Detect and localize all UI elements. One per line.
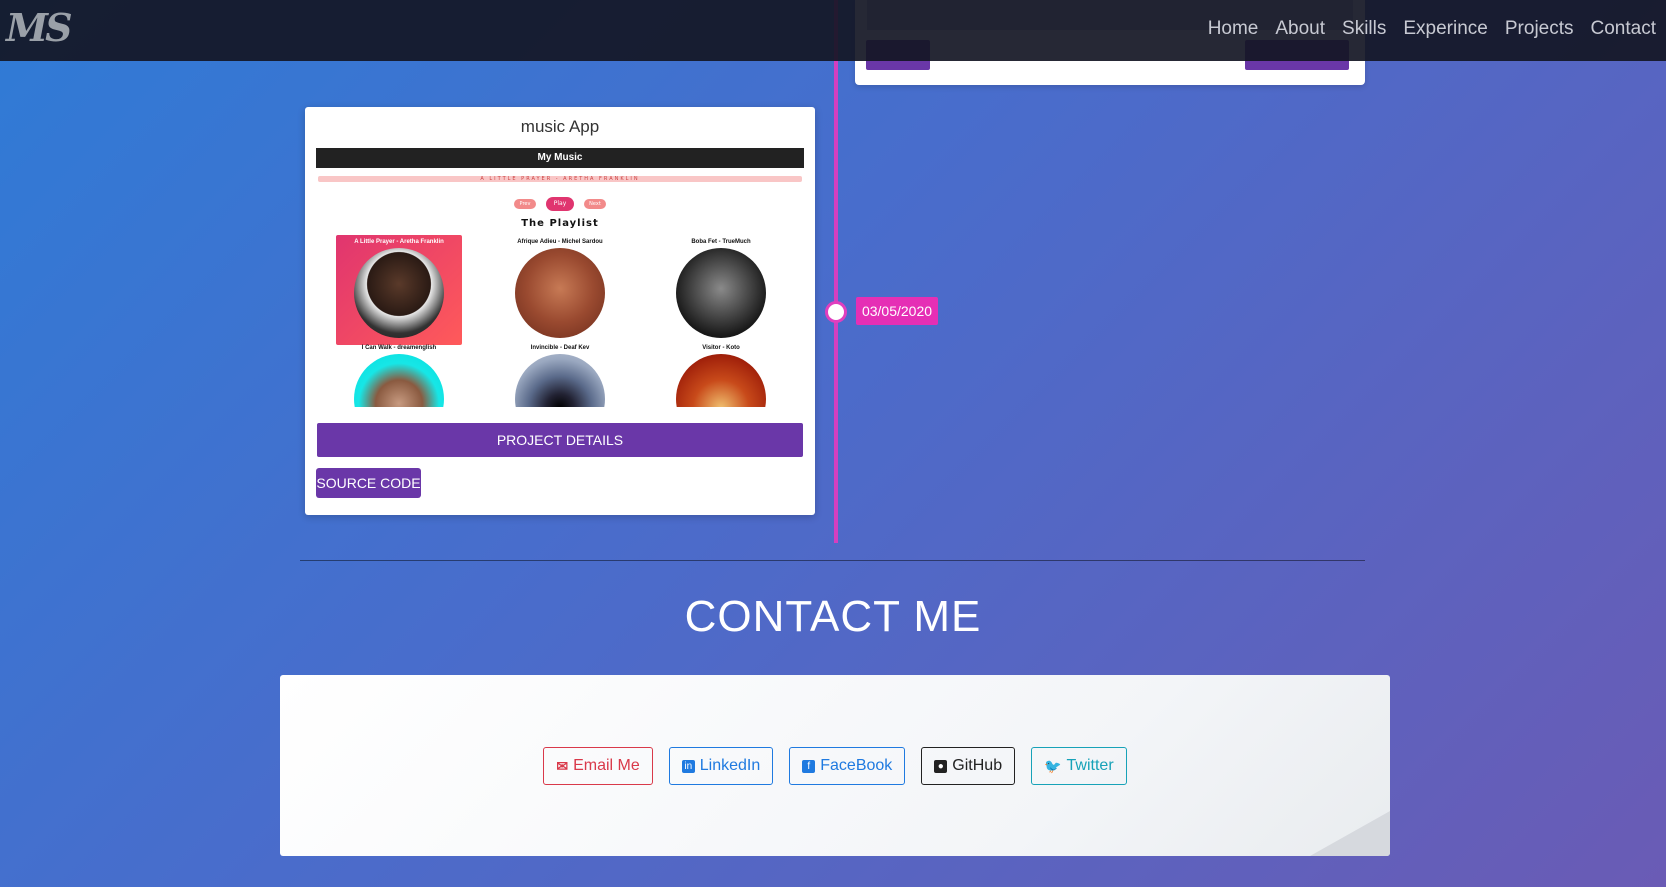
album-art-disc	[354, 354, 444, 407]
album-art-disc	[515, 354, 605, 407]
nav-link-experience[interactable]: Experince	[1403, 18, 1488, 40]
preview-header: My Music	[316, 148, 804, 168]
preview-track: Visitor - Koto	[658, 341, 784, 407]
preview-track-name: A Little Prayer - Aretha Franklin	[354, 239, 444, 245]
preview-controls: Prev Play Next	[316, 197, 804, 211]
contact-title: CONTACT ME	[684, 592, 982, 641]
album-art-disc	[354, 248, 444, 338]
twitter-icon: 🐦	[1044, 757, 1062, 774]
preview-track: Afrique Adieu - Michel Sardou	[497, 235, 623, 345]
preview-track: Boba Fet - TrueMuch	[658, 235, 784, 345]
preview-track-name: Visitor - Koto	[702, 345, 740, 351]
preview-track-name: I Can Walk - dreamenglish	[361, 345, 437, 351]
nav-link-about[interactable]: About	[1275, 18, 1325, 40]
source-code-button[interactable]: SOURCE CODE	[316, 468, 421, 498]
nav-link-skills[interactable]: Skills	[1342, 18, 1386, 40]
preview-track-name: Afrique Adieu - Michel Sardou	[517, 239, 603, 245]
linkedin-icon: in	[681, 759, 695, 773]
linkedin-label: LinkedIn	[699, 757, 761, 774]
album-art-disc	[515, 248, 605, 338]
project-details-button[interactable]: PROJECT DETAILS	[317, 423, 803, 457]
album-art-disc	[676, 354, 766, 407]
nav-link-projects[interactable]: Projects	[1505, 18, 1574, 40]
section-divider	[300, 560, 1365, 561]
preview-prev-button: Prev	[514, 199, 536, 209]
preview-track: Invincible - Deaf Kev	[497, 341, 623, 407]
facebook-label: FaceBook	[820, 757, 893, 774]
nav-links: Home About Skills Experince Projects Con…	[1191, 0, 1656, 58]
email-label: Email Me	[573, 757, 640, 774]
preview-play-button: Play	[546, 197, 574, 211]
site-logo[interactable]: MS	[6, 6, 73, 50]
timeline-date-badge: 03/05/2020	[856, 297, 938, 325]
preview-track-name: Invincible - Deaf Kev	[530, 345, 590, 351]
github-button[interactable]: ● GitHub	[921, 747, 1016, 785]
panel-corner-decoration	[1310, 811, 1390, 856]
album-art-disc	[676, 248, 766, 338]
preview-now-playing: A LITTLE PRAYER - ARETHA FRANKLIN	[318, 176, 802, 182]
facebook-button[interactable]: f FaceBook	[789, 747, 906, 785]
navbar: MS Home About Skills Experince Projects …	[0, 0, 1666, 61]
preview-track: A Little Prayer - Aretha Franklin	[336, 235, 462, 345]
contact-panel: ✉ Email Me in LinkedIn f FaceBook ● GitH…	[280, 675, 1390, 856]
email-button[interactable]: ✉ Email Me	[543, 747, 653, 785]
twitter-button[interactable]: 🐦 Twitter	[1031, 747, 1127, 785]
envelope-icon: ✉	[556, 757, 569, 774]
project-card: music App My Music A LITTLE PRAYER - ARE…	[305, 107, 815, 515]
project-preview-image: My Music A LITTLE PRAYER - ARETHA FRANKL…	[316, 148, 804, 407]
preview-track: I Can Walk - dreamenglish	[336, 341, 462, 407]
project-title: music App	[520, 117, 600, 136]
preview-playlist-title: The Playlist	[521, 218, 599, 229]
timeline-dot	[825, 301, 847, 323]
nav-link-home[interactable]: Home	[1208, 18, 1259, 40]
timeline-line	[834, 0, 838, 543]
preview-track-name: Boba Fet - TrueMuch	[691, 239, 751, 245]
linkedin-button[interactable]: in LinkedIn	[668, 747, 774, 785]
github-label: GitHub	[952, 757, 1003, 774]
github-icon: ●	[934, 759, 948, 773]
social-links: ✉ Email Me in LinkedIn f FaceBook ● GitH…	[280, 747, 1390, 785]
facebook-icon: f	[802, 759, 816, 773]
nav-link-contact[interactable]: Contact	[1591, 18, 1656, 40]
preview-next-button: Next	[584, 199, 606, 209]
twitter-label: Twitter	[1066, 757, 1114, 774]
